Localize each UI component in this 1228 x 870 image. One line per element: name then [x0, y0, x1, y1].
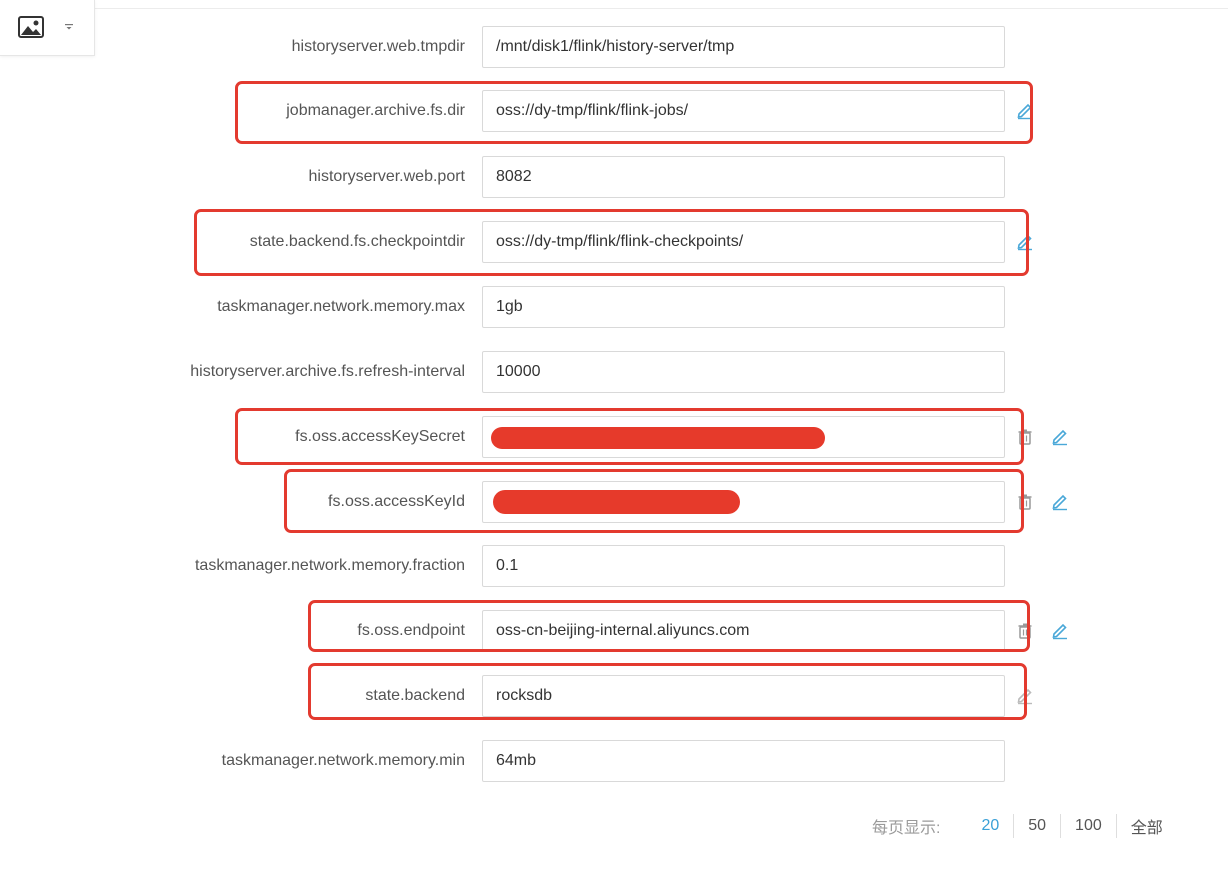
- config-row: state.backend: [0, 675, 1228, 717]
- config-row: fs.oss.accessKeySecret: [0, 416, 1228, 458]
- config-key: fs.oss.endpoint: [357, 622, 465, 639]
- config-value-input[interactable]: [482, 221, 1005, 263]
- config-key: taskmanager.network.memory.max: [217, 298, 465, 315]
- config-key: state.backend.fs.checkpointdir: [249, 233, 465, 250]
- trash-icon[interactable]: [1017, 622, 1033, 640]
- config-row: taskmanager.network.memory.min: [0, 740, 1228, 782]
- redaction-mark: [491, 427, 825, 449]
- edit-icon[interactable]: [1015, 100, 1035, 120]
- config-list: historyserver.web.tmpdir jobmanager.arch…: [0, 0, 1228, 800]
- redaction-mark: [493, 490, 740, 514]
- page-size-selector: 每页显示: 20 50 100 全部: [872, 812, 1177, 840]
- config-value-input[interactable]: [482, 156, 1005, 198]
- config-value-input[interactable]: [482, 675, 1005, 717]
- config-value-input[interactable]: [482, 740, 1005, 782]
- page-size-option-50[interactable]: 50: [1014, 817, 1060, 835]
- config-row: taskmanager.network.memory.max: [0, 286, 1228, 328]
- config-value-input[interactable]: [482, 26, 1005, 68]
- config-row: historyserver.web.tmpdir: [0, 26, 1228, 68]
- page-size-label: 每页显示:: [872, 820, 941, 837]
- config-row: historyserver.web.port: [0, 156, 1228, 198]
- config-row: fs.oss.accessKeyId: [0, 481, 1228, 523]
- edit-icon[interactable]: [1015, 685, 1035, 705]
- config-key: historyserver.web.tmpdir: [291, 38, 465, 55]
- config-key: taskmanager.network.memory.fraction: [194, 557, 465, 574]
- page-size-option-20[interactable]: 20: [967, 817, 1013, 835]
- config-value-input[interactable]: [482, 90, 1005, 132]
- config-value-input[interactable]: [482, 610, 1005, 652]
- config-value-input[interactable]: [482, 351, 1005, 393]
- config-key: taskmanager.network.memory.min: [221, 752, 465, 769]
- config-row: fs.oss.endpoint: [0, 610, 1228, 652]
- trash-icon[interactable]: [1017, 428, 1033, 446]
- config-key: state.backend: [365, 687, 465, 704]
- config-key: historyserver.web.port: [308, 168, 465, 185]
- config-value-input[interactable]: [482, 416, 1005, 458]
- config-row: jobmanager.archive.fs.dir: [0, 90, 1228, 132]
- config-value-input[interactable]: [482, 286, 1005, 328]
- config-value-input[interactable]: [482, 545, 1005, 587]
- config-row: taskmanager.network.memory.fraction: [0, 545, 1228, 587]
- config-key: fs.oss.accessKeySecret: [295, 428, 465, 445]
- edit-icon[interactable]: [1050, 491, 1070, 511]
- config-key: jobmanager.archive.fs.dir: [286, 102, 465, 119]
- edit-icon[interactable]: [1050, 426, 1070, 446]
- trash-icon[interactable]: [1017, 493, 1033, 511]
- config-key: historyserver.archive.fs.refresh-interva…: [190, 363, 465, 380]
- edit-icon[interactable]: [1015, 231, 1035, 251]
- config-value-input[interactable]: [482, 481, 1005, 523]
- page-size-option-100[interactable]: 100: [1061, 817, 1116, 835]
- config-row: historyserver.archive.fs.refresh-interva…: [0, 351, 1228, 393]
- config-key: fs.oss.accessKeyId: [328, 493, 465, 510]
- edit-icon[interactable]: [1050, 620, 1070, 640]
- config-row: state.backend.fs.checkpointdir: [0, 221, 1228, 263]
- page-size-option-all[interactable]: 全部: [1117, 814, 1177, 838]
